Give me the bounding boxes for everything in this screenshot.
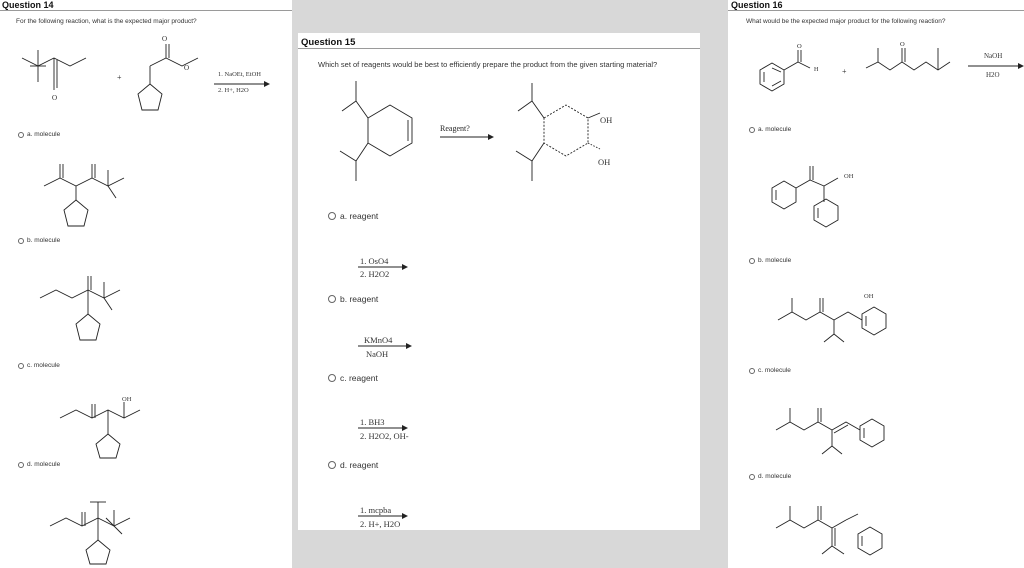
option-label: c. molecule	[758, 367, 791, 374]
ketone-structure	[865, 48, 951, 71]
ester-o-label: O	[162, 35, 167, 43]
option-label: c. molecule	[27, 362, 60, 369]
carbonyl-o-label: O	[52, 94, 57, 102]
option-c-structure	[39, 276, 121, 341]
option-a-structure	[771, 166, 839, 228]
option-c[interactable]: c. molecule	[18, 362, 60, 369]
radio-button[interactable]	[18, 362, 24, 369]
radio-button[interactable]	[749, 367, 755, 374]
reactant-1-structure	[21, 50, 87, 90]
condition-1: 1. NaOEt, EtOH	[218, 71, 261, 78]
option-b[interactable]: b. molecule	[18, 237, 60, 244]
option-label: b. molecule	[27, 237, 61, 244]
radio-button[interactable]	[18, 237, 24, 244]
oh-label: OH	[844, 173, 854, 180]
benzaldehyde-structure	[759, 50, 811, 92]
plus-sign: +	[842, 67, 847, 76]
option-b[interactable]: b. molecule	[749, 257, 791, 264]
radio-button[interactable]	[749, 473, 755, 480]
reaction-scheme-q16: O H + O	[759, 41, 1024, 92]
option-d-structure	[775, 506, 883, 556]
reactant-2-structure	[137, 44, 199, 111]
option-d[interactable]: d. molecule	[18, 461, 60, 468]
radio-button[interactable]	[749, 126, 755, 133]
option-label: a. molecule	[27, 131, 61, 138]
option-label: b. molecule	[758, 257, 792, 264]
option-d[interactable]: d. molecule	[749, 473, 791, 480]
oh-label: OH	[864, 293, 874, 300]
option-a[interactable]: a. molecule	[749, 126, 791, 133]
plus-sign: +	[117, 73, 122, 82]
option-label: d. molecule	[758, 473, 792, 480]
radio-button[interactable]	[18, 461, 24, 468]
condition-2: 2. H+, H2O	[218, 87, 249, 94]
condition-naoh: NaOH	[984, 52, 1003, 60]
question-14-panel: Question 14 For the following reaction, …	[0, 0, 292, 568]
option-d-product-structure	[49, 501, 131, 565]
aldehyde-o-label: O	[797, 43, 802, 50]
option-a[interactable]: a. molecule	[18, 131, 60, 138]
radio-button[interactable]	[18, 131, 24, 138]
oh-label: OH	[122, 396, 132, 403]
question-16-panel: Question 16 What would be the expected m…	[704, 0, 1024, 568]
option-c[interactable]: c. molecule	[749, 367, 791, 374]
option-d-structure	[59, 402, 141, 459]
condition-h2o: H2O	[986, 71, 1000, 79]
radio-button[interactable]	[749, 257, 755, 264]
option-b-structure	[43, 164, 125, 227]
reagent-d-arrow	[358, 513, 408, 519]
option-c-structure	[775, 408, 885, 455]
option-label: a. molecule	[758, 126, 792, 133]
ester-o2-label: O	[184, 64, 189, 72]
reaction-scheme-q14: O + O O	[21, 35, 270, 111]
question-15-panel: Question 15 Which set of reagents would …	[292, 0, 704, 568]
question-15-card: Question 15 Which set of reagents would …	[298, 33, 700, 530]
option-label: d. molecule	[27, 461, 61, 468]
ketone-o-label: O	[900, 41, 905, 48]
aldehyde-h-label: H	[814, 67, 819, 73]
